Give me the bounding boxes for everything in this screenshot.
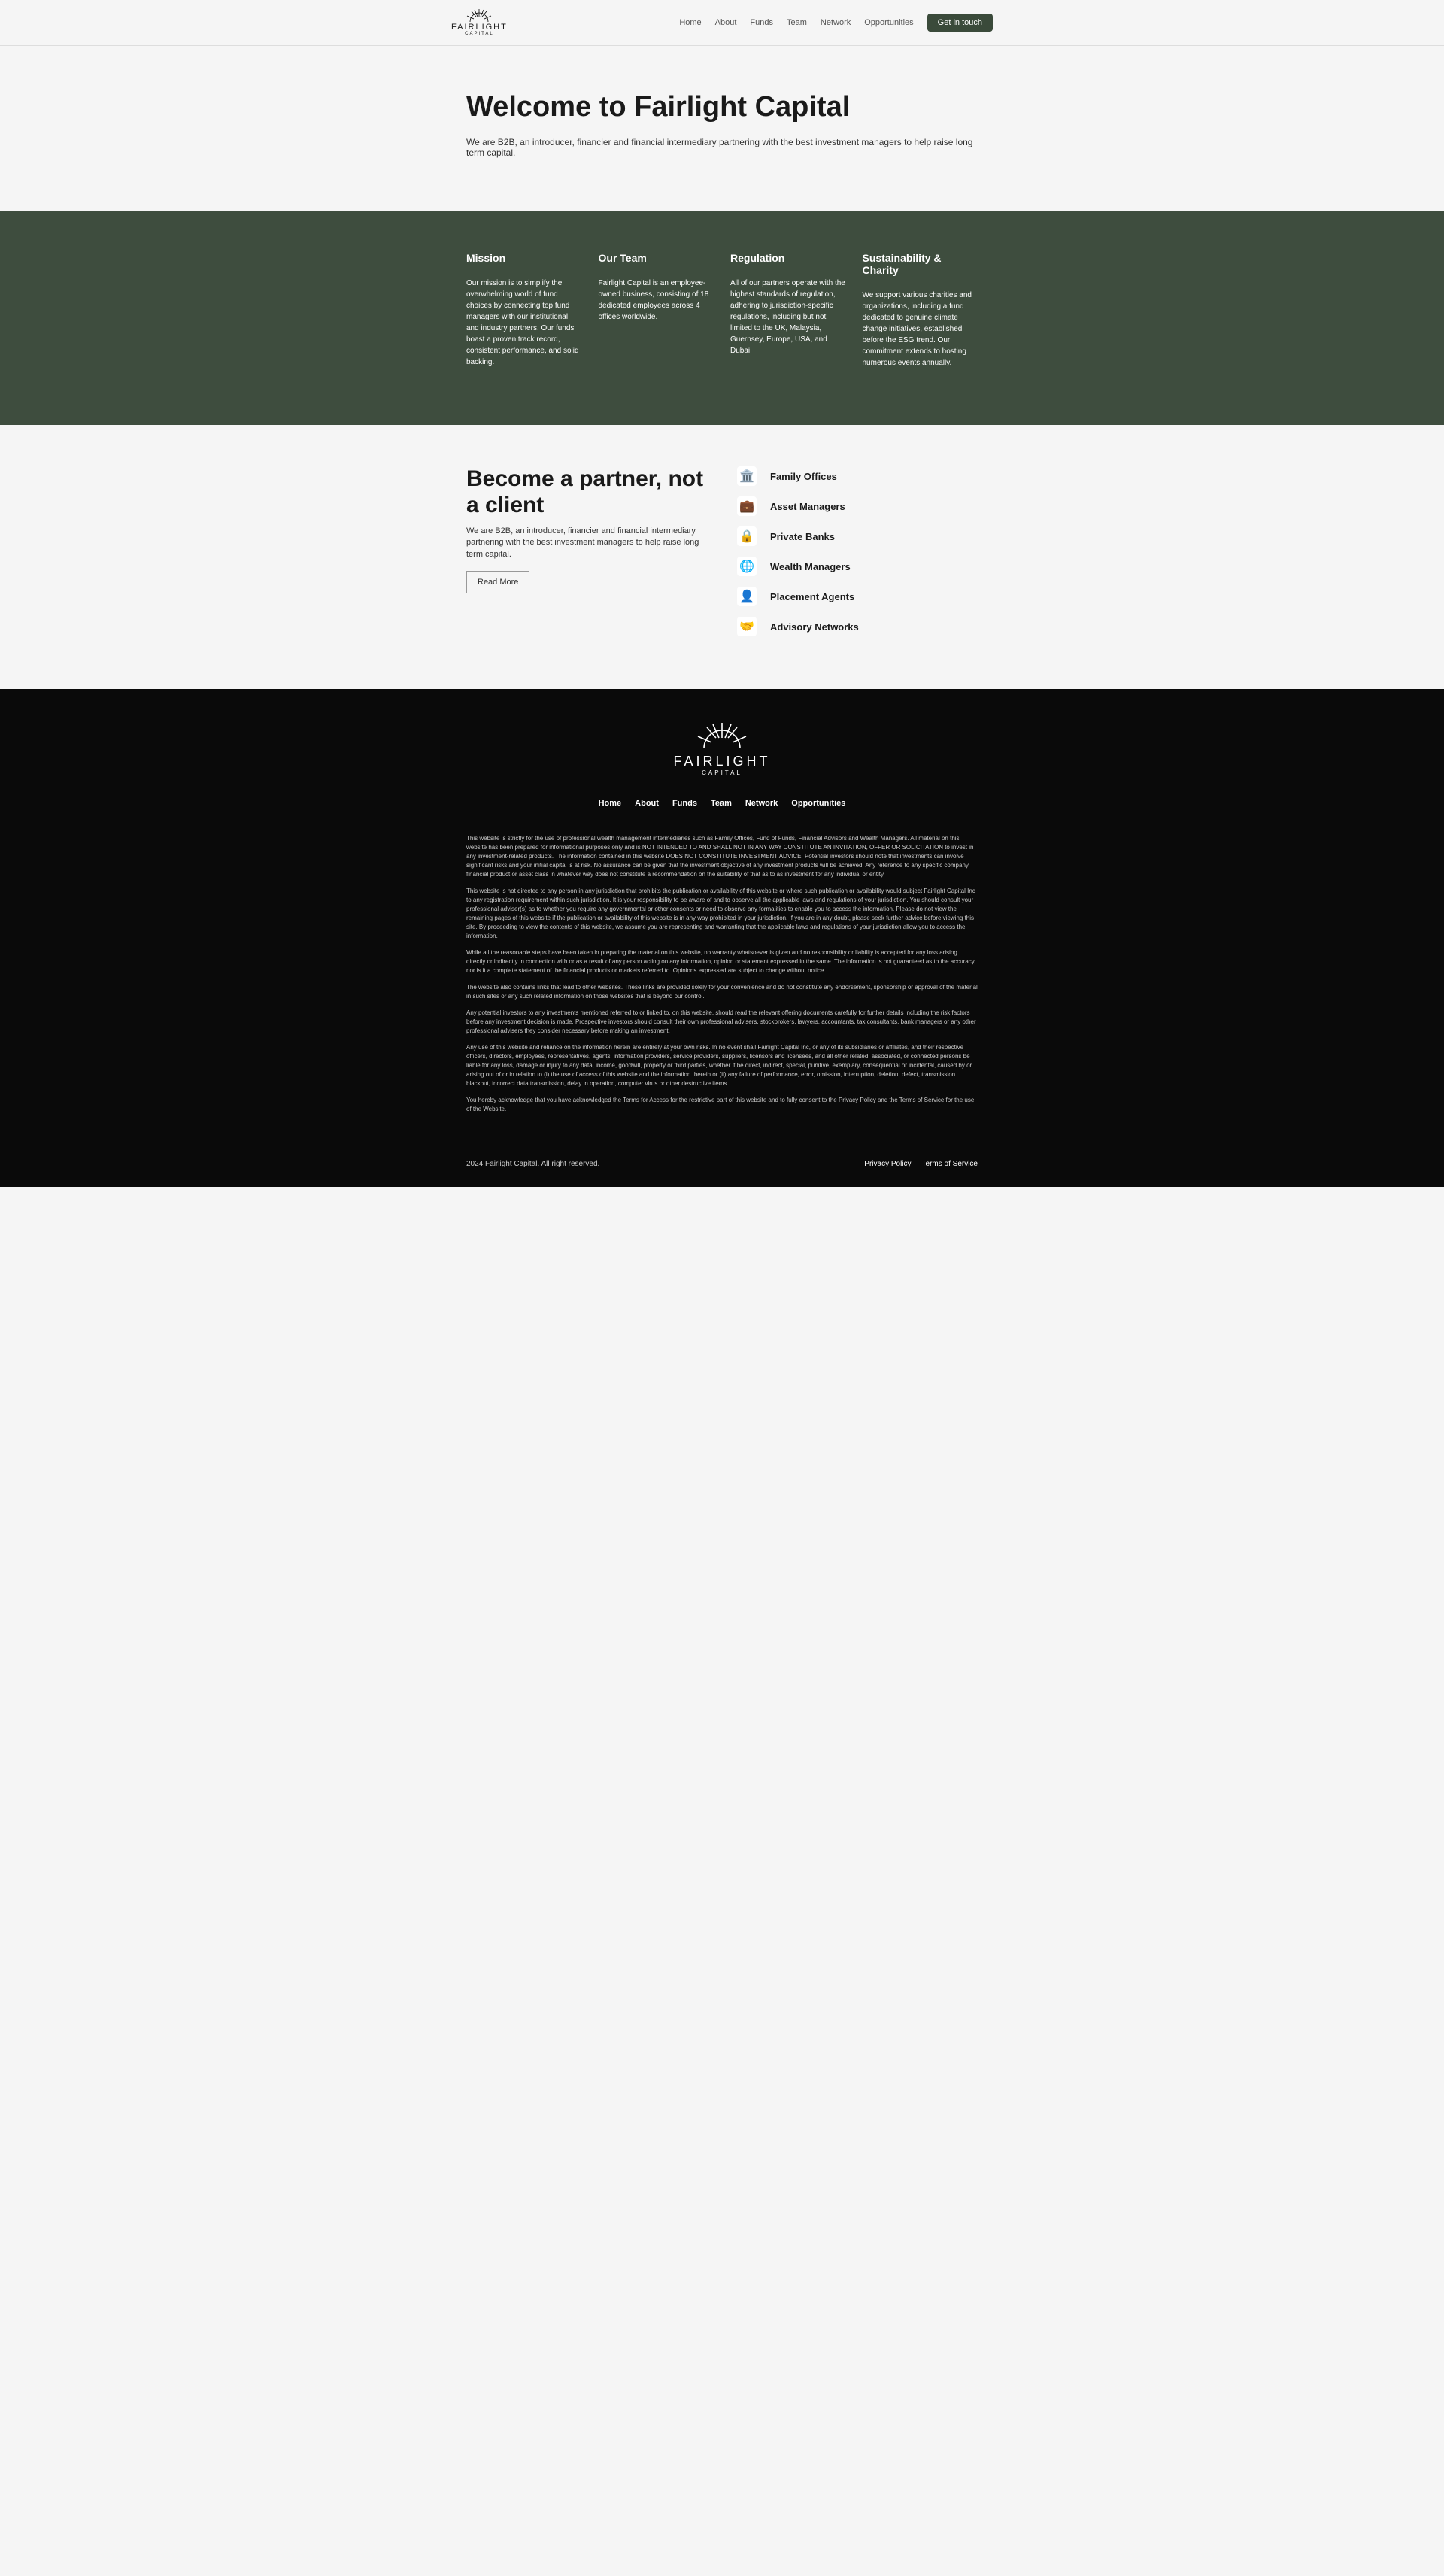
privacy-link[interactable]: Privacy Policy	[864, 1160, 911, 1168]
footer-links: Privacy Policy Terms of Service	[864, 1160, 978, 1168]
disclaimer-p5: Any potential investors to any investmen…	[466, 1009, 978, 1036]
hero-sub: We are B2B, an introducer, financier and…	[466, 137, 978, 158]
footer-bottom: 2024 Fairlight Capital. All right reserv…	[466, 1148, 978, 1168]
partner-item-asset-managers: 💼 Asset Managers	[737, 496, 978, 516]
partner-sub: We are B2B, an introducer, financier and…	[466, 526, 707, 560]
partner-item-private-banks: 🔒 Private Banks	[737, 526, 978, 546]
partner-item-wealth-managers: 🌐 Wealth Managers	[737, 557, 978, 576]
regulation-text: All of our partners operate with the hig…	[730, 278, 846, 357]
disclaimer-p4: The website also contains links that lea…	[466, 983, 978, 1001]
building-icon: 🏛️	[737, 466, 757, 486]
sustainability-col: Sustainability & Charity We support vari…	[863, 252, 978, 369]
sun-icon	[692, 723, 752, 750]
regulation-col: Regulation All of our partners operate w…	[730, 252, 846, 369]
footer-nav-home[interactable]: Home	[599, 799, 622, 808]
disclaimer-p7: You hereby acknowledge that you have ack…	[466, 1096, 978, 1114]
footer-nav-about[interactable]: About	[635, 799, 659, 808]
logo-text: FAIRLIGHT	[451, 23, 508, 32]
sun-icon	[464, 9, 494, 23]
partner-title: Become a partner, not a client	[466, 466, 707, 518]
mission-text: Our mission is to simplify the overwhelm…	[466, 278, 582, 368]
nav-network[interactable]: Network	[821, 18, 851, 27]
mission-heading: Mission	[466, 252, 582, 264]
partner-left: Become a partner, not a client We are B2…	[466, 466, 707, 636]
partner-label: Advisory Networks	[770, 621, 859, 633]
person-icon: 👤	[737, 587, 757, 606]
footer-logo: FAIRLIGHT CAPITAL	[466, 723, 978, 776]
lock-icon: 🔒	[737, 526, 757, 546]
footer-nav-network[interactable]: Network	[745, 799, 778, 808]
disclaimer-p1: This website is strictly for the use of …	[466, 834, 978, 879]
logo[interactable]: FAIRLIGHT CAPITAL	[451, 9, 508, 36]
briefcase-icon: 💼	[737, 496, 757, 516]
partner-item-placement-agents: 👤 Placement Agents	[737, 587, 978, 606]
sustainability-text: We support various charities and organiz…	[863, 290, 978, 369]
hero-section: Welcome to Fairlight Capital We are B2B,…	[0, 46, 1444, 211]
nav-opportunities[interactable]: Opportunities	[864, 18, 913, 27]
main-nav: Home About Funds Team Network Opportunit…	[679, 14, 993, 32]
nav-team[interactable]: Team	[787, 18, 807, 27]
footer-nav-funds[interactable]: Funds	[672, 799, 697, 808]
nav-funds[interactable]: Funds	[750, 18, 773, 27]
disclaimer: This website is strictly for the use of …	[466, 834, 978, 1114]
nav-about[interactable]: About	[715, 18, 737, 27]
hero-title: Welcome to Fairlight Capital	[466, 91, 978, 123]
footer-logo-text: FAIRLIGHT	[466, 754, 978, 769]
nav-home[interactable]: Home	[679, 18, 701, 27]
logo-sub: CAPITAL	[465, 32, 494, 36]
footer-nav-opportunities[interactable]: Opportunities	[791, 799, 845, 808]
partner-section: Become a partner, not a client We are B2…	[0, 425, 1444, 689]
copyright: 2024 Fairlight Capital. All right reserv…	[466, 1160, 599, 1168]
team-heading: Our Team	[599, 252, 714, 264]
disclaimer-p6: Any use of this website and reliance on …	[466, 1043, 978, 1088]
header: FAIRLIGHT CAPITAL Home About Funds Team …	[0, 0, 1444, 46]
mission-col: Mission Our mission is to simplify the o…	[466, 252, 582, 369]
team-text: Fairlight Capital is an employee-owned b…	[599, 278, 714, 323]
footer-nav-team[interactable]: Team	[711, 799, 732, 808]
partner-label: Private Banks	[770, 531, 835, 542]
regulation-heading: Regulation	[730, 252, 846, 264]
handshake-icon: 🤝	[737, 617, 757, 636]
partner-item-family-offices: 🏛️ Family Offices	[737, 466, 978, 486]
disclaimer-p2: This website is not directed to any pers…	[466, 887, 978, 941]
footer-nav: Home About Funds Team Network Opportunit…	[466, 799, 978, 808]
globe-icon: 🌐	[737, 557, 757, 576]
footer-logo-sub: CAPITAL	[466, 769, 978, 776]
partner-label: Wealth Managers	[770, 561, 851, 572]
partner-label: Asset Managers	[770, 501, 845, 512]
partner-list: 🏛️ Family Offices 💼 Asset Managers 🔒 Pri…	[737, 466, 978, 636]
disclaimer-p3: While all the reasonable steps have been…	[466, 948, 978, 975]
partner-label: Placement Agents	[770, 591, 854, 602]
terms-link[interactable]: Terms of Service	[922, 1160, 978, 1168]
team-col: Our Team Fairlight Capital is an employe…	[599, 252, 714, 369]
info-band: Mission Our mission is to simplify the o…	[0, 211, 1444, 425]
footer: FAIRLIGHT CAPITAL Home About Funds Team …	[0, 689, 1444, 1187]
get-in-touch-button[interactable]: Get in touch	[927, 14, 993, 32]
sustainability-heading: Sustainability & Charity	[863, 252, 978, 276]
partner-item-advisory-networks: 🤝 Advisory Networks	[737, 617, 978, 636]
partner-label: Family Offices	[770, 471, 837, 482]
read-more-button[interactable]: Read More	[466, 571, 529, 593]
